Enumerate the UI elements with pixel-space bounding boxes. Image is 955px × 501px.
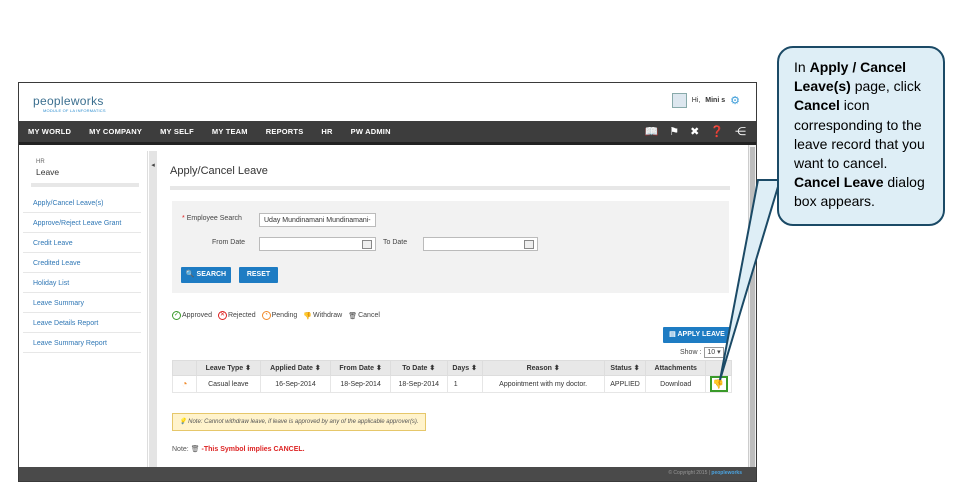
employee-search-label: * Employee Search	[182, 215, 242, 222]
from-date-label: From Date	[212, 239, 246, 246]
check-icon: ✓	[172, 311, 181, 320]
legend-rejected: ✕ Rejected	[217, 311, 256, 320]
app-window: peopleworks MODULE OF LA INFORMATICS Hi,…	[18, 82, 757, 482]
cell-reason: Appointment with my doctor.	[481, 375, 605, 393]
col-attachments: Attachments	[645, 360, 706, 376]
sidebar-item-leave-summary-report[interactable]: Leave Summary Report	[23, 333, 141, 353]
calendar-icon[interactable]	[362, 240, 372, 249]
reset-button[interactable]: RESET	[239, 267, 278, 283]
logo: peopleworks MODULE OF LA INFORMATICS	[33, 94, 106, 113]
trash-icon: 🗑	[190, 446, 200, 453]
show-label: Show :	[680, 349, 702, 356]
cell-status: APPLIED	[603, 375, 647, 393]
col-status-icon	[172, 360, 197, 376]
avatar[interactable]	[671, 93, 687, 108]
book-icon[interactable]: 📖	[645, 125, 659, 138]
nav-pw-admin[interactable]: PW ADMIN	[342, 127, 400, 136]
trash-icon: 🗑	[348, 312, 358, 320]
col-days[interactable]: Days ⬍	[446, 360, 483, 376]
user-greeting: Hi,	[691, 97, 701, 104]
to-date-label: To Date	[383, 239, 408, 246]
nav-my-world[interactable]: MY WORLD	[19, 127, 80, 136]
logo-tagline: MODULE OF LA INFORMATICS	[43, 108, 106, 113]
gear-icon[interactable]: ⚙	[730, 94, 740, 107]
status-legend: ✓ Approved ✕ Rejected ◔ Pending 👎 Withdraw …	[172, 311, 380, 320]
leave-table: Leave Type ⬍ Applied Date ⬍ From Date ⬍ …	[172, 360, 732, 393]
cell-leave-type: Casual leave	[196, 375, 261, 393]
flag-icon[interactable]: ⚑	[669, 125, 679, 138]
table-row: ◔ Casual leave 16-Sep-2014 18-Sep-2014 1…	[172, 375, 732, 393]
sitemap-icon[interactable]: ⋲	[735, 125, 746, 138]
cell-to-date: 18-Sep-2014	[389, 375, 448, 393]
legend-approved: ✓ Approved	[172, 311, 212, 320]
sidebar-item-leave-details-report[interactable]: Leave Details Report	[23, 313, 141, 333]
col-to-date[interactable]: To Date ⬍	[389, 360, 448, 376]
top-header: peopleworks MODULE OF LA INFORMATICS Hi,…	[19, 83, 756, 121]
col-status[interactable]: Status ⬍	[603, 360, 647, 376]
search-button[interactable]: 🔍 SEARCH	[181, 267, 231, 283]
main-content: Apply/Cancel Leave * Employee Search Uda…	[161, 151, 747, 467]
instruction-callout: In Apply / Cancel Leave(s) page, click C…	[777, 46, 945, 226]
cancel-symbol-note: Note: 🗑 -This Symbol implies CANCEL.	[172, 446, 305, 453]
page-title: Apply/Cancel Leave	[170, 165, 268, 177]
footer-copyright: © Copyright 2015 | peopleworks	[668, 470, 742, 476]
legend-pending: ◔ Pending	[261, 311, 297, 320]
sidebar-divider	[31, 183, 139, 187]
sidebar-item-credited-leave[interactable]: Credited Leave	[23, 253, 141, 273]
sidebar-item-holiday-list[interactable]: Holiday List	[23, 273, 141, 293]
legend-cancel: 🗑 Cancel	[348, 312, 380, 320]
x-icon: ✕	[217, 311, 227, 320]
user-name[interactable]: Mini s	[705, 97, 725, 104]
user-area[interactable]: Hi, Mini s ⚙	[671, 93, 740, 108]
nav-hr[interactable]: HR	[312, 127, 341, 136]
sidebar-title: Leave	[36, 167, 60, 177]
nav-my-team[interactable]: MY TEAM	[203, 127, 257, 136]
sidebar-item-credit-leave[interactable]: Credit Leave	[23, 233, 141, 253]
nav-reports[interactable]: REPORTS	[257, 127, 313, 136]
sidebar-item-leave-summary[interactable]: Leave Summary	[23, 293, 141, 313]
sidebar: HR Leave Apply/Cancel Leave(s) Approve/R…	[23, 151, 148, 467]
thumbs-down-icon: 👎	[303, 312, 313, 320]
col-reason[interactable]: Reason ⬍	[481, 360, 605, 376]
sidebar-collapse-handle[interactable]: ◂	[149, 151, 157, 467]
col-applied-date[interactable]: Applied Date ⬍	[259, 360, 332, 376]
cell-from-date: 18-Sep-2014	[330, 375, 391, 393]
sidebar-item-apply-cancel[interactable]: Apply/Cancel Leave(s)	[23, 193, 141, 213]
sidebar-item-approve-reject[interactable]: Approve/Reject Leave Grant	[23, 213, 141, 233]
row-status-cell: ◔	[172, 375, 197, 393]
help-icon[interactable]: ❓	[710, 125, 724, 138]
cell-attachments[interactable]: Download	[645, 375, 706, 393]
legend-withdraw: 👎 Withdraw	[303, 312, 343, 320]
col-from-date[interactable]: From Date ⬍	[330, 360, 391, 376]
main-nav: MY WORLD MY COMPANY MY SELF MY TEAM REPO…	[19, 121, 756, 145]
title-divider	[170, 186, 730, 190]
sidebar-header: HR Leave	[23, 151, 147, 177]
clock-icon: ◔	[181, 378, 188, 390]
search-panel: * Employee Search Uday Mundinamani Mundi…	[172, 201, 729, 293]
clock-icon: ◔	[261, 311, 271, 320]
col-leave-type[interactable]: Leave Type ⬍	[196, 360, 261, 376]
cell-days: 1	[446, 375, 483, 393]
sidebar-section: HR	[36, 159, 45, 165]
nav-my-company[interactable]: MY COMPANY	[80, 127, 151, 136]
tools-icon[interactable]: ✖	[690, 125, 699, 138]
to-date-input[interactable]	[423, 237, 538, 251]
from-date-input[interactable]	[259, 237, 376, 251]
calendar-icon[interactable]	[524, 240, 534, 249]
employee-search-input[interactable]: Uday Mundinamani Mundinamani-	[259, 213, 376, 227]
footer: © Copyright 2015 | peopleworks	[19, 467, 756, 481]
nav-my-self[interactable]: MY SELF	[151, 127, 203, 136]
nav-icons: 📖 ⚑ ✖ ❓ ⋲	[645, 125, 747, 138]
cell-applied-date: 16-Sep-2014	[259, 375, 332, 393]
withdraw-note: 💡 Note: Cannot withdraw leave, if leave …	[172, 413, 426, 431]
logo-text: peopleworks	[33, 94, 104, 108]
callout-pointer	[719, 179, 782, 381]
table-header-row: Leave Type ⬍ Applied Date ⬍ From Date ⬍ …	[172, 360, 732, 376]
